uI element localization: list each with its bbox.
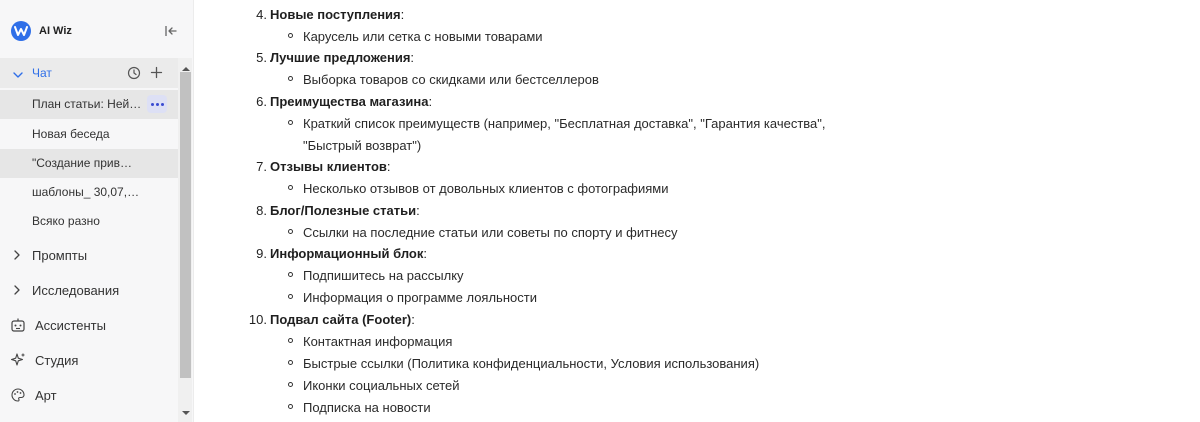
chevron-down-icon — [12, 68, 24, 83]
list-item: Быстрые ссылки (Политика конфиденциально… — [303, 356, 760, 371]
bullet-icon — [288, 360, 293, 365]
list-item: Иконки социальных сетей — [303, 378, 460, 393]
bullet-icon — [288, 404, 293, 409]
history-icon[interactable] — [127, 66, 141, 83]
chat-item-title: Новая беседа — [32, 127, 110, 141]
list-number: 10. — [248, 312, 267, 327]
chat-item[interactable]: "Создание прив… — [0, 149, 178, 178]
scroll-up-arrow-icon[interactable] — [181, 60, 191, 78]
sidebar: AI Wiz Чат План статьи: Ней… Новая бесед… — [0, 0, 194, 422]
list-heading: Лучшие предложения: — [270, 50, 415, 65]
app-name: AI Wiz — [39, 25, 72, 37]
sparkle-icon — [10, 352, 26, 371]
sidebar-item-label: Ассистенты — [35, 318, 106, 333]
chat-item[interactable]: шаблоны_ 30,07,… — [0, 178, 178, 207]
list-heading: Подвал сайта (Footer): — [270, 312, 415, 327]
sidebar-item-label: Исследования — [32, 283, 120, 298]
list-item: Информация о программе лояльности — [303, 290, 537, 305]
list-item: Подпишитесь на рассылку — [303, 268, 464, 283]
sidebar-item-assistants[interactable]: Ассистенты — [0, 310, 178, 340]
list-number: 9. — [256, 246, 267, 261]
bullet-icon — [288, 76, 293, 81]
list-item: Подписка на новости — [303, 400, 431, 415]
collapse-sidebar-icon[interactable] — [164, 24, 178, 38]
robot-icon — [10, 317, 26, 336]
sidebar-scrollbar-thumb[interactable] — [180, 72, 191, 378]
list-item-continuation: "Быстрый возврат") — [303, 138, 422, 153]
more-options-icon[interactable] — [147, 95, 167, 113]
bullet-icon — [288, 272, 293, 277]
list-heading: Информационный блок: — [270, 246, 427, 261]
list-heading: Новые поступления: — [270, 7, 405, 22]
list-item: Ссылки на последние статьи или советы по… — [303, 225, 678, 240]
chevron-right-icon — [12, 284, 22, 299]
chat-message-content: 4. Новые поступления: Карусель или сетка… — [195, 0, 1200, 422]
brand[interactable]: AI Wiz — [11, 20, 72, 42]
bullet-icon — [288, 294, 293, 299]
bullet-icon — [288, 33, 293, 38]
palette-icon — [10, 387, 26, 406]
sidebar-item-art[interactable]: Арт — [0, 380, 178, 410]
new-chat-plus-icon[interactable] — [150, 66, 163, 82]
bullet-icon — [288, 120, 293, 125]
chat-item[interactable]: План статьи: Ней… — [0, 90, 178, 119]
logo-icon — [11, 21, 31, 41]
sidebar-item-label: Промпты — [32, 248, 88, 263]
scroll-down-arrow-icon[interactable] — [181, 404, 191, 422]
sidebar-item-label: Студия — [35, 353, 79, 368]
list-item: Карусель или сетка с новыми товарами — [303, 29, 543, 44]
list-item: Контактная информация — [303, 334, 453, 349]
chat-item[interactable]: Всяко разно — [0, 207, 178, 236]
chat-item-title: "Создание прив… — [32, 156, 132, 170]
bullet-icon — [288, 382, 293, 387]
list-number: 8. — [256, 203, 267, 218]
chat-section-header[interactable]: Чат — [0, 58, 178, 88]
sidebar-item-research[interactable]: Исследования — [0, 275, 178, 305]
chat-item-title: Всяко разно — [32, 214, 100, 228]
bullet-icon — [288, 229, 293, 234]
list-number: 5. — [256, 50, 267, 65]
sidebar-item-studio[interactable]: Студия — [0, 345, 178, 375]
chat-item-title: шаблоны_ 30,07,… — [32, 185, 140, 199]
sidebar-item-prompts[interactable]: Промпты — [0, 240, 178, 270]
chevron-right-icon — [12, 249, 22, 264]
list-heading: Блог/Полезные статьи: — [270, 203, 420, 218]
bullet-icon — [288, 185, 293, 190]
chat-label: Чат — [32, 66, 52, 80]
chat-item-title: План статьи: Ней… — [32, 97, 142, 111]
list-number: 7. — [256, 159, 267, 174]
list-heading: Преимущества магазина: — [270, 94, 433, 109]
list-item: Краткий список преимуществ (например, "Б… — [303, 116, 826, 131]
list-heading: Отзывы клиентов: — [270, 159, 391, 174]
list-item: Выборка товаров со скидками или бестселл… — [303, 72, 599, 87]
list-item: Несколько отзывов от довольных клиентов … — [303, 181, 669, 196]
sidebar-item-label: Арт — [35, 388, 57, 403]
list-number: 6. — [256, 94, 267, 109]
chat-item[interactable]: Новая беседа — [0, 120, 178, 149]
list-number: 4. — [256, 7, 267, 22]
bullet-icon — [288, 338, 293, 343]
